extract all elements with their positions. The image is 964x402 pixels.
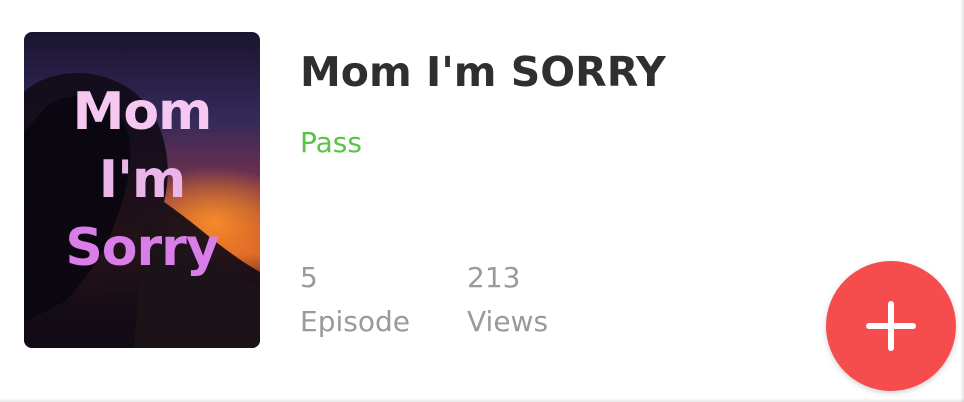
- book-cover-image[interactable]: Mom I'm Sorry: [24, 32, 260, 348]
- add-to-library-button[interactable]: [826, 261, 956, 391]
- episode-count-value: 5: [300, 261, 318, 294]
- card-bottom-shadow: [0, 398, 964, 402]
- views-count-stat: 213 Views: [467, 256, 548, 344]
- cover-title-line-2: I'm: [98, 150, 186, 210]
- episode-count-label: Episode: [300, 305, 410, 338]
- views-count-value: 213: [467, 261, 521, 294]
- book-status-label: Pass: [300, 126, 362, 159]
- book-card[interactable]: Mom I'm Sorry Mom I'm SORRY Pass 5 Episo…: [0, 0, 964, 402]
- cover-title-line-3: Sorry: [65, 218, 219, 278]
- book-title[interactable]: Mom I'm SORRY: [300, 48, 666, 96]
- episode-count-stat: 5 Episode: [300, 256, 410, 344]
- cover-title-line-1: Mom: [72, 82, 213, 142]
- views-count-label: Views: [467, 305, 549, 338]
- card-edge-shadow: [960, 0, 964, 402]
- plus-icon: [866, 301, 916, 351]
- cover-title-text: Mom I'm Sorry: [24, 78, 260, 282]
